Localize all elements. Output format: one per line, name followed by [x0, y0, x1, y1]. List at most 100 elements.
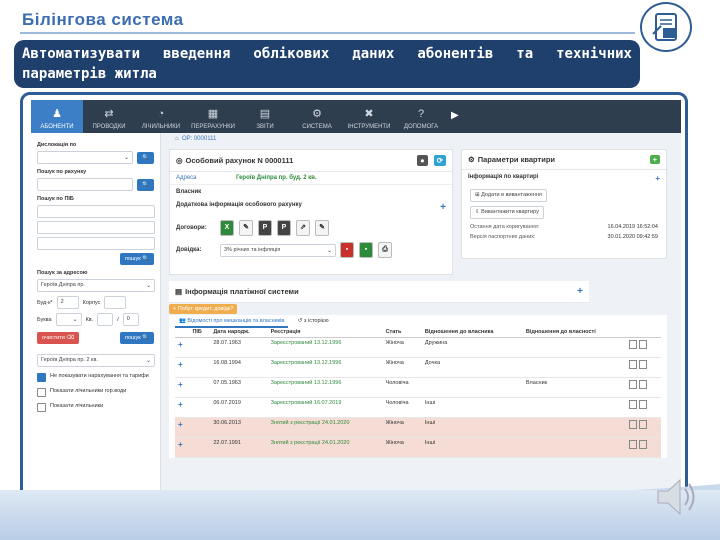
row-actions — [625, 377, 661, 398]
billing-app: ♟ АБОНЕНТИ ⇄ ПРОВОДКИ ◔ ЛІЧИЛЬНИКИ ▦ ПЕРЕРАХУНК… — [31, 100, 681, 497]
checkbox-hot-water-meters[interactable]: Показати лічильники гор.води — [37, 388, 154, 397]
sign-doc-icon[interactable]: ✎ — [239, 220, 253, 236]
name-search-button[interactable]: пошук 🔍 — [120, 253, 154, 265]
clear-button[interactable]: очистити ⌫ — [37, 332, 80, 344]
patronymic-input[interactable] — [37, 237, 155, 250]
table-row[interactable]: +28.07.1963 Зареєстрований 13.12.1996 Жіно… — [175, 337, 661, 358]
checkbox-show-meters[interactable]: Показати лічильники — [37, 403, 154, 412]
expand-row-icon[interactable]: + — [175, 357, 190, 378]
add-to-export-button[interactable]: ⊞ Додати в вивантаження — [470, 189, 547, 202]
payer-title: Інформація платіжної системи — [185, 287, 299, 296]
table-row[interactable]: +07.05.1963 Зареєстрований 13.12.1996 Чоло… — [175, 377, 661, 398]
add-icon[interactable]: + — [649, 155, 660, 164]
reference-select[interactable]: 3% річних та інфляція — [220, 243, 336, 257]
dob-cell: 07.05.1963 — [210, 377, 268, 398]
surname-input[interactable] — [37, 205, 155, 218]
address-search-button[interactable]: пошук 🔍 — [120, 332, 154, 344]
doc-icon[interactable] — [628, 340, 637, 349]
table-row[interactable]: +16.08.1994 Зареєстрований 13.12.1996 Жіно… — [175, 357, 661, 378]
tag-icon[interactable]: ● — [417, 155, 428, 166]
file-icon[interactable] — [638, 380, 647, 389]
doc-icon[interactable] — [628, 380, 637, 389]
nav-tab-6[interactable]: ✖ ІНСТРУМЕНТИ — [343, 100, 395, 133]
home-icon[interactable]: ⌂ — [175, 136, 179, 142]
excel-icon[interactable]: X — [220, 220, 234, 236]
nav-tab-7[interactable]: ? ДОПОМОГА — [395, 100, 447, 133]
credit-note-button[interactable]: + Побут кредит. довідк? — [169, 304, 238, 314]
export-apartment-button[interactable]: ⇩ Вивантажити квартиру — [470, 206, 544, 219]
firstname-input[interactable] — [37, 221, 155, 234]
relation-cell: Інші — [421, 437, 523, 458]
search-icon[interactable]: 🔍 — [137, 151, 154, 164]
apt-input[interactable] — [97, 313, 114, 326]
name-cell — [189, 437, 211, 458]
building-input[interactable]: 2 — [56, 296, 79, 309]
speaker-icon[interactable] — [652, 474, 700, 520]
apt-suffix-input[interactable]: 0 — [122, 313, 139, 326]
expand-row-icon[interactable]: + — [175, 377, 190, 398]
expand-row-icon[interactable]: + — [175, 417, 190, 438]
file-icon[interactable] — [638, 420, 647, 429]
expand-row-icon[interactable]: + — [175, 397, 190, 418]
doc-icon[interactable] — [628, 420, 637, 429]
apartment-info-row[interactable]: Інформація по квартирі + — [462, 170, 666, 187]
file-icon[interactable] — [638, 360, 647, 369]
search-icon[interactable]: 🔍 — [137, 178, 154, 191]
nav-tab-1[interactable]: ⇄ ПРОВОДКИ — [83, 100, 135, 133]
corpus-input[interactable] — [104, 296, 127, 309]
print-doc-icon[interactable]: P — [277, 220, 291, 236]
passport-label: Версія паспортних даних: — [470, 234, 536, 240]
edit-doc-icon[interactable]: ✎ — [315, 220, 329, 236]
nav-tab-3[interactable]: ▦ ПЕРЕРАХУНКИ — [187, 100, 239, 133]
file-icon[interactable] — [638, 440, 647, 449]
extra-info-row[interactable]: Додаткова інформація особового рахунку + — [170, 199, 452, 216]
nav-label: ДОПОМОГА — [403, 124, 439, 130]
pdf-red-icon[interactable]: ▪ — [340, 242, 354, 258]
table-header: Відношення до власності — [522, 327, 626, 338]
doc-icon[interactable] — [628, 400, 637, 409]
nav-tab-4[interactable]: ▤ ЗВІТИ — [239, 100, 291, 133]
print-icon[interactable]: ⎙ — [378, 242, 392, 258]
relation-cell — [421, 377, 523, 398]
row-actions — [625, 437, 661, 458]
table-header: Дата народж. — [210, 327, 268, 338]
breadcrumb[interactable]: ⌂ ОР: 0000111 — [167, 133, 677, 147]
name-cell — [189, 357, 211, 378]
account-search-input[interactable] — [37, 178, 133, 191]
expand-row-icon[interactable]: + — [175, 337, 190, 358]
dislocation-select[interactable] — [37, 151, 133, 164]
screenshot-frame: ♟ АБОНЕНТИ ⇄ ПРОВОДКИ ◔ ЛІЧИЛЬНИКИ ▦ ПЕРЕРАХУНК… — [20, 92, 688, 500]
file-icon[interactable] — [638, 400, 647, 409]
doc-icon[interactable] — [628, 360, 637, 369]
relation-cell: Дочка — [421, 357, 523, 378]
file-icon[interactable] — [638, 340, 647, 349]
address-result-select[interactable]: Героїв Дніпра пр. 2 кв. — [37, 354, 155, 367]
street-select[interactable]: Героїв Дніпра пр. — [37, 279, 155, 292]
doc-icon[interactable] — [628, 440, 637, 449]
letter-select[interactable] — [55, 313, 82, 326]
apartment-title: Параметри квартири — [477, 155, 556, 164]
checkbox-hide-charges[interactable]: Не показувати нарахування та тарифи — [37, 373, 154, 382]
title-divider — [20, 32, 635, 34]
address-value: Героїв Дніпра пр. буд. 2 кв. — [236, 175, 317, 181]
dob-cell: 28.07.1963 — [210, 337, 268, 358]
tab-history[interactable]: ↺ з історією — [290, 316, 337, 326]
stats-doc-icon[interactable]: ⇗ — [296, 220, 310, 236]
nav-more-arrow-icon[interactable]: ▶ — [447, 100, 463, 133]
nav-tab-2[interactable]: ◔ ЛІЧИЛЬНИКИ — [135, 100, 187, 133]
tab-residents[interactable]: 👥 Відомості про мешканців та власників — [175, 316, 289, 328]
excel-green-icon[interactable]: ▪ — [359, 242, 373, 258]
table-row[interactable]: +30.06.2013 Знятий з реєстрації 24.01.202… — [175, 417, 661, 438]
pdf-icon[interactable]: P — [258, 220, 272, 236]
refresh-icon[interactable]: ⟳ — [433, 155, 446, 166]
nav-label: ЛІЧИЛЬНИКИ — [141, 124, 181, 130]
table-header: ПІБ — [189, 327, 211, 338]
sex-cell: Чоловіча — [382, 397, 422, 418]
row-actions — [625, 337, 661, 358]
table-row[interactable]: +06.07.2019 Зареєстрований 16.07.2019 Чоло… — [175, 397, 661, 418]
nav-tab-0[interactable]: ♟ АБОНЕНТИ — [31, 100, 83, 133]
decor-band — [0, 490, 720, 540]
nav-tab-5[interactable]: ⚙ СИСТЕМА — [291, 100, 343, 133]
table-row[interactable]: +22.07.1991 Знятий з реєстрації 24.01.202… — [175, 437, 661, 458]
expand-row-icon[interactable]: + — [175, 437, 190, 458]
